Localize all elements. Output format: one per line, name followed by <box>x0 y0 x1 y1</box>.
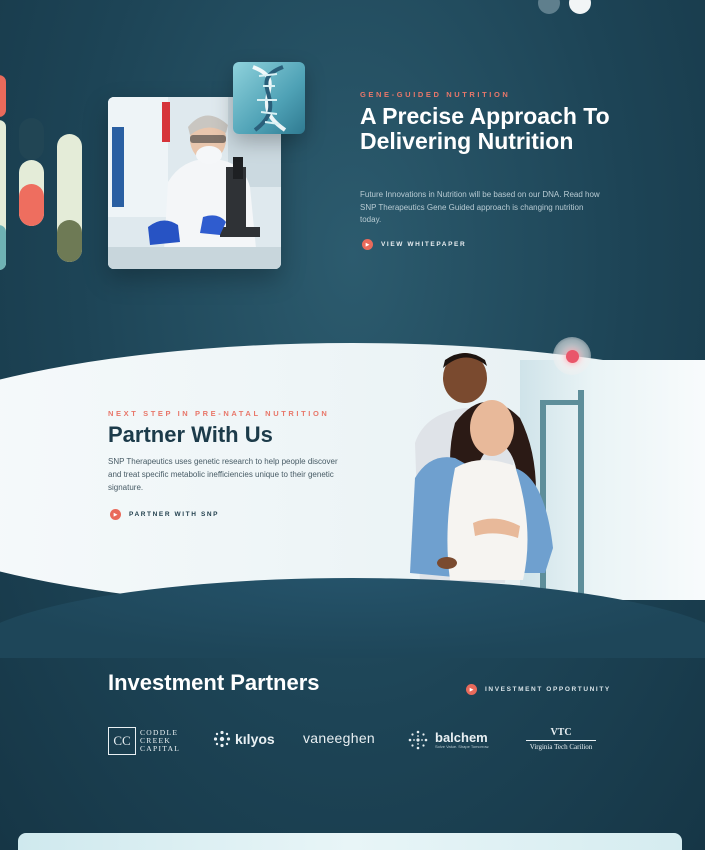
partner-with-snp-link[interactable]: ▶ PARTNER WITH SNP <box>110 509 219 520</box>
partner-logos: CC CODDLE CREEK CAPITAL kılyos vaneeghen <box>108 722 603 762</box>
vaneeghen-name: vaneeghen <box>303 730 375 746</box>
play-arrow-icon: ▶ <box>362 239 373 250</box>
investment-opportunity-label: INVESTMENT OPPORTUNITY <box>485 686 611 693</box>
vtc-logo[interactable]: VTC Virginia Tech Carilion <box>526 727 596 751</box>
vtc-name: VTC <box>550 727 572 738</box>
record-icon[interactable] <box>553 337 591 375</box>
investment-opportunity-link[interactable]: ▶ INVESTMENT OPPORTUNITY <box>466 684 611 695</box>
kilyos-logo[interactable]: kılyos <box>213 730 275 748</box>
balchem-icon <box>408 730 428 750</box>
dna-helix-image <box>233 62 305 134</box>
coddle-creek-mark: CC <box>108 727 136 755</box>
play-arrow-icon: ▶ <box>466 684 477 695</box>
kilyos-icon <box>213 730 231 748</box>
vtc-subtitle: Virginia Tech Carilion <box>529 743 593 751</box>
partner-description: SNP Therapeutics uses genetic research t… <box>108 457 338 492</box>
expecting-couple-image <box>395 348 560 583</box>
hero-description: Future Innovations in Nutrition will be … <box>360 190 600 224</box>
vaneeghen-logo[interactable]: vaneeghen <box>303 730 375 746</box>
hero-eyebrow: GENE-GUIDED NUTRITION <box>360 90 511 99</box>
partner-eyebrow: NEXT STEP IN PRE-NATAL NUTRITION <box>108 409 330 418</box>
balchem-logo[interactable]: balchem Solve Value. Shape Tomorrow. <box>406 728 489 752</box>
play-arrow-icon: ▶ <box>110 509 121 520</box>
hero-title: A Precise Approach To Delivering Nutriti… <box>360 103 610 154</box>
coddle-creek-line3: CAPITAL <box>140 744 181 753</box>
investment-partners-title: Investment Partners <box>108 670 320 695</box>
carousel-dot-active[interactable] <box>569 0 591 14</box>
carousel-dot[interactable] <box>538 0 560 14</box>
view-whitepaper-link[interactable]: ▶ VIEW WHITEPAPER <box>362 239 466 250</box>
coddle-creek-capital-logo[interactable]: CC CODDLE CREEK CAPITAL <box>108 727 180 755</box>
vtc-divider <box>526 740 596 741</box>
next-section-card <box>18 833 682 850</box>
kilyos-name: kılyos <box>235 731 275 747</box>
balchem-tagline: Solve Value. Shape Tomorrow. <box>435 744 490 749</box>
page: GENE-GUIDED NUTRITION A Precise Approach… <box>0 0 705 850</box>
view-whitepaper-label: VIEW WHITEPAPER <box>381 241 467 248</box>
balchem-name: balchem <box>435 730 488 745</box>
partner-title: Partner With Us <box>108 422 273 447</box>
partner-with-snp-label: PARTNER WITH SNP <box>129 511 220 518</box>
